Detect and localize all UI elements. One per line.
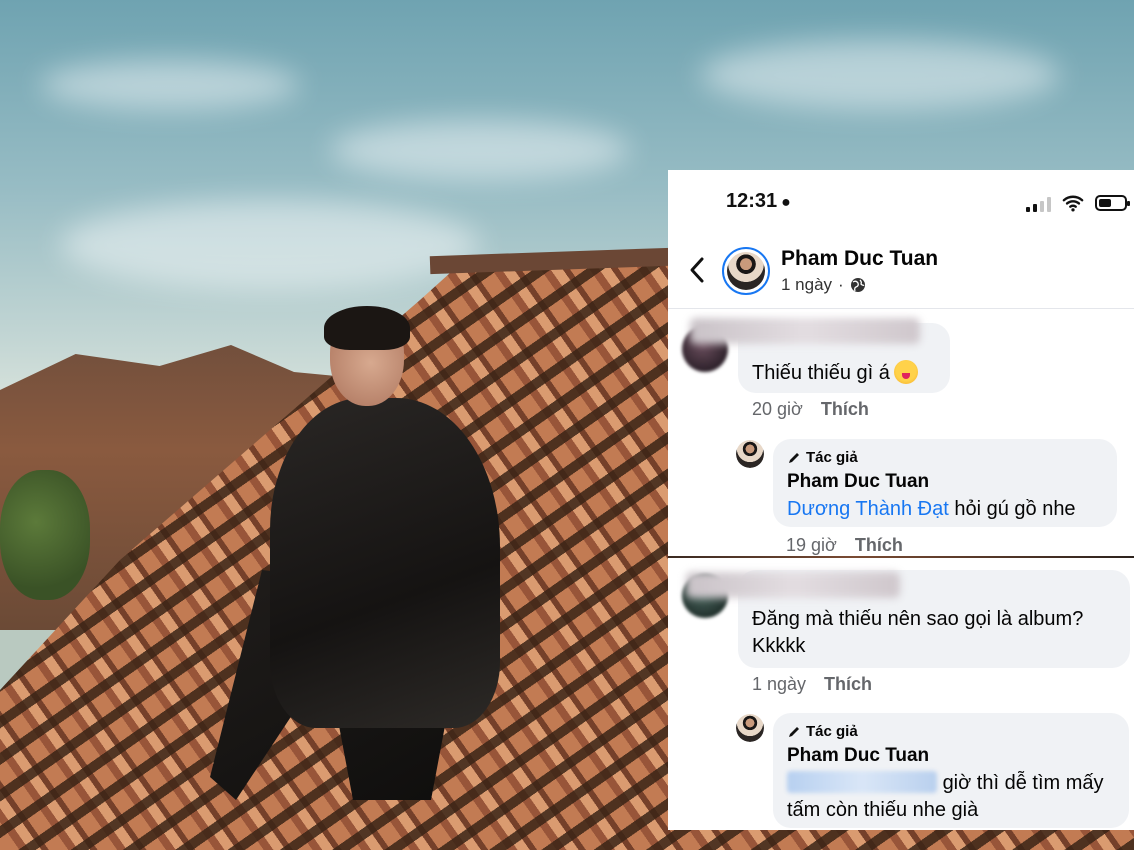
comment-text-line1: Đăng mà thiếu nên sao gọi là album? <box>752 608 1084 630</box>
like-button[interactable]: Thích <box>855 535 903 556</box>
battery-icon <box>1095 195 1130 211</box>
status-time: 12:31 ● <box>726 190 791 212</box>
reply-meta: 19 giờ Thích <box>786 535 903 556</box>
header-divider <box>668 308 1134 309</box>
comment-text: Thiếu thiếu gì á <box>752 360 918 387</box>
reply-text-line2: tấm còn thiếu nhe già <box>787 799 979 821</box>
comment-text-line2: Kkkkk <box>752 635 806 657</box>
tree <box>0 470 90 600</box>
comment-meta: 20 giờ Thích <box>752 399 869 420</box>
cloud <box>700 40 1060 110</box>
comment-time: 20 giờ <box>752 399 803 419</box>
pencil-icon <box>789 726 799 737</box>
post-age: 1 ngày <box>781 275 833 294</box>
seated-man <box>150 306 510 820</box>
post-author-avatar[interactable] <box>722 247 770 295</box>
cellular-signal-icon <box>1026 196 1051 212</box>
comment-time: 1 ngày <box>752 674 807 694</box>
reply-time: 19 giờ <box>786 535 837 555</box>
reply-text-line1: giờ thì dễ tìm mấy <box>787 770 1104 797</box>
author-badge: Tác giả <box>787 449 858 466</box>
cloud <box>60 200 480 290</box>
wifi-icon <box>1062 195 1084 212</box>
post-author-name[interactable]: Pham Duc Tuan <box>781 247 938 271</box>
cloud <box>330 120 630 180</box>
commenter-name-blurred <box>690 318 920 344</box>
mention-blurred[interactable] <box>787 771 937 793</box>
like-button[interactable]: Thích <box>821 399 869 420</box>
reply-author-name[interactable]: Pham Duc Tuan <box>787 471 929 493</box>
pencil-icon <box>789 452 799 463</box>
comment-meta: 1 ngày Thích <box>752 674 872 695</box>
reply-author-avatar[interactable] <box>736 714 764 742</box>
kissing-face-emoji-icon <box>893 360 918 384</box>
globe-icon <box>850 278 865 292</box>
reply-text: Dương Thành Đạt hỏi gú gồ nhe <box>787 498 1076 520</box>
reply-author-avatar[interactable] <box>736 440 764 468</box>
commenter-name-blurred <box>686 572 900 598</box>
mention-link[interactable]: Dương Thành Đạt <box>787 498 949 520</box>
post-meta: 1 ngày · <box>781 275 866 295</box>
like-button[interactable]: Thích <box>824 674 872 695</box>
meta-separator: · <box>838 275 844 294</box>
person-icon: ● <box>781 194 791 211</box>
author-badge: Tác giả <box>787 723 858 740</box>
ao-dai-robe <box>270 398 500 728</box>
hair <box>324 306 410 350</box>
reply-author-name[interactable]: Pham Duc Tuan <box>787 745 929 767</box>
cloud <box>40 60 300 110</box>
back-arrow-icon[interactable] <box>688 256 706 284</box>
